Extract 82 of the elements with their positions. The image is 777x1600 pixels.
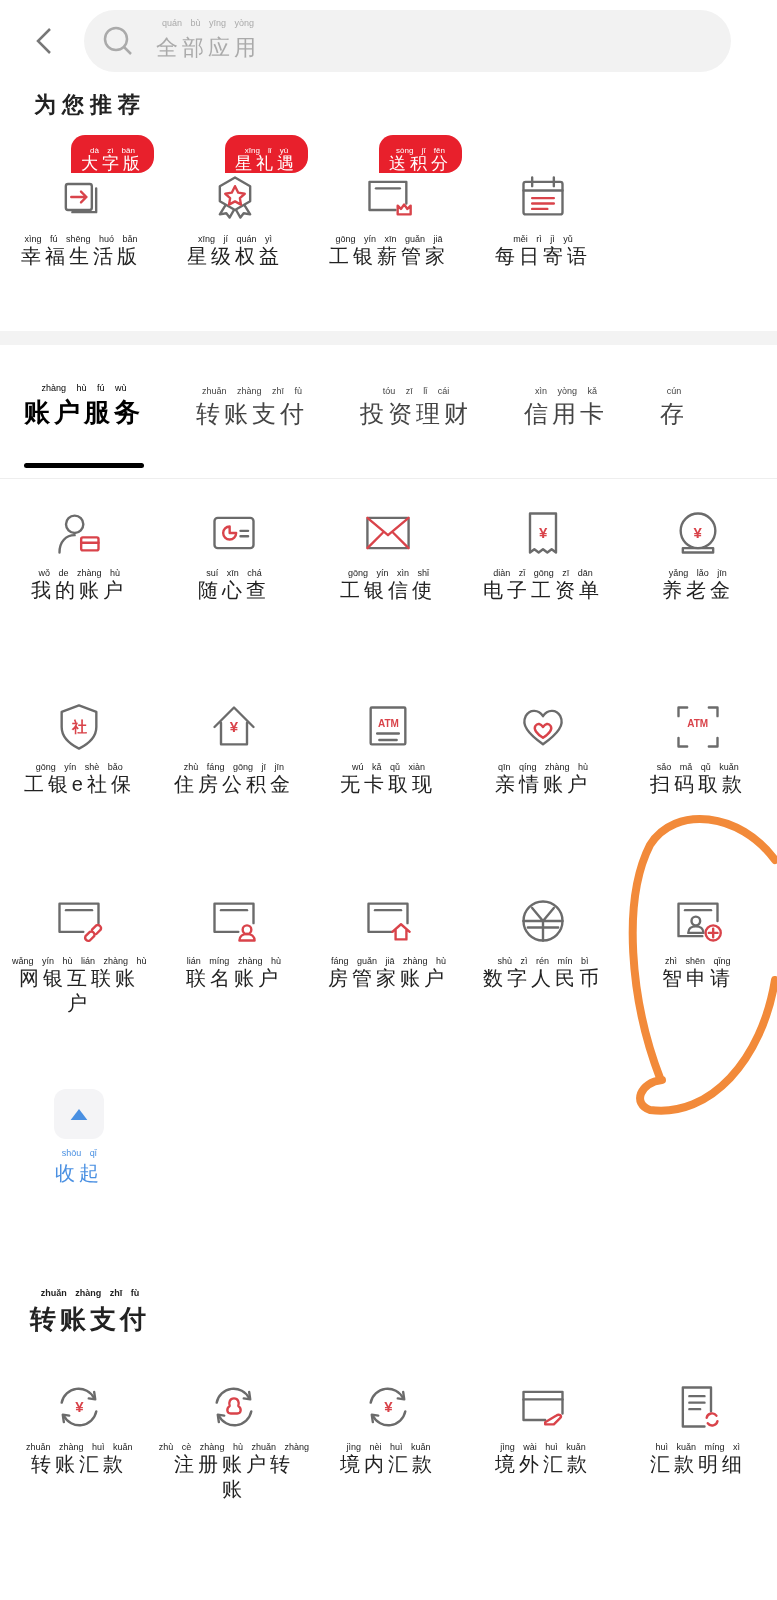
pinyin-annotation: yǎng lǎo jīn [668,569,727,578]
search-placeholder: 全部应用 [156,33,260,62]
service-item[interactable]: 住房公积金 [165,772,302,797]
pinyin-annotation: wǒ de zhàng hù [38,569,121,578]
pinyin-annotation: zhù fáng gōng jī jīn [183,763,284,772]
recommend-item[interactable]: 工银薪管家 [329,244,449,269]
pinyin-annotation: xìng fú shēng huó bǎn [24,235,138,244]
pinyin-annotation: zhuǎn zhàng huì kuǎn [26,1443,133,1452]
icon-glyph: ¥ [229,718,239,734]
category-tab[interactable]: 存 [660,396,688,468]
pinyin-annotation: zhù cè zhàng hù zhuǎn zhàng [158,1443,309,1452]
promo-label: 大字版 [81,155,144,172]
pinyin-annotation: suí xīn chá [206,569,262,578]
recommend-item[interactable]: 每日寄语 [495,244,591,269]
category-tab[interactable]: 投资理财 [360,396,472,468]
service-item[interactable]: 我的账户 [11,578,148,603]
category-tab[interactable]: 信用卡 [524,396,608,468]
pinyin-annotation: zhàng hù fú wù [41,384,127,393]
icon-glyph: ¥ [75,1398,84,1414]
pinyin-annotation: xīng jí quán yì [197,235,272,244]
service-item[interactable]: 智申请 [629,966,766,991]
icon-glyph: ¥ [384,1398,393,1414]
pinyin-annotation: gōng yín shè bǎo [35,763,123,772]
recommend-item[interactable]: 星级权益 [187,244,283,269]
pinyin-annotation: gōng yín xìn shǐ [347,569,429,578]
section-title: 为您推荐 [34,92,146,117]
service-item[interactable]: 电子工资单 [475,578,612,603]
pinyin-annotation: huì kuǎn míng xì [655,1443,740,1452]
service-item[interactable]: 扫码取款 [629,772,766,797]
service-item[interactable]: 转账汇款 [11,1452,148,1477]
service-item[interactable]: 注册账户转账 [165,1452,302,1502]
collapse-button[interactable] [54,1089,105,1139]
pinyin-annotation: shù zì rén mín bì [497,957,589,966]
pinyin-annotation: jìng wài huì kuǎn [500,1443,586,1452]
pinyin-annotation: xīng lǐ yù [244,147,289,155]
service-item[interactable]: 汇款明细 [629,1452,766,1477]
pinyin-annotation: shōu qǐ [61,1149,97,1158]
recommend-item[interactable]: 幸福生活版 [21,244,141,269]
service-item[interactable]: 联名账户 [165,966,302,991]
pinyin-annotation: zhuǎn zhàng zhī fù [201,387,303,396]
service-item[interactable]: 随心查 [165,578,302,603]
category-tab[interactable]: 转账支付 [196,396,308,468]
promo-label: 送积分 [389,155,452,172]
service-item[interactable]: 养老金 [629,578,766,603]
service-item[interactable]: 网银互联账户 [11,966,148,1016]
pinyin-annotation: dà zì bǎn [90,147,135,155]
icon-glyph: ATM [378,719,399,729]
service-item[interactable]: 工银e社保 [11,772,148,797]
pinyin-annotation: gōng yín xīn guǎn jiā [335,235,443,244]
section-title: 转账支付 [30,1303,150,1336]
service-item[interactable]: 无卡取现 [320,772,457,797]
service-item[interactable]: 亲情账户 [475,772,612,797]
icon-glyph: ¥ [538,524,548,540]
service-item[interactable]: 工银信使 [320,578,457,603]
search-icon [102,25,134,57]
icon-glyph: 社 [71,718,87,734]
category-tab[interactable]: 账户服务 [24,393,144,468]
pinyin-annotation: lián míng zhàng hù [186,957,281,966]
pinyin-annotation: měi rì jì yǔ [513,235,573,244]
icon-glyph: ¥ [693,524,702,540]
service-item[interactable]: 境外汇款 [475,1452,612,1477]
pinyin-annotation: wǎng yín hù lián zhàng hù [12,957,147,966]
pinyin-annotation: quán bù yīng yòng [161,18,255,28]
promo-label: 星礼遇 [235,155,298,172]
pinyin-annotation: cún [666,387,682,396]
pinyin-annotation: diàn zǐ gōng zī dān [493,569,593,578]
service-item[interactable]: 房管家账户 [320,966,457,991]
up-triangle-icon [69,1107,90,1121]
pinyin-annotation: jìng nèi huì kuǎn [346,1443,431,1452]
pinyin-annotation: zhì shēn qǐng [664,957,731,966]
service-item[interactable]: 境内汇款 [320,1452,457,1477]
pinyin-annotation: xìn yòng kǎ [535,387,597,396]
pinyin-annotation: sòng jī fēn [396,147,445,155]
pinyin-annotation: sǎo mǎ qǔ kuǎn [656,763,739,772]
pinyin-annotation: tóu zī lǐ cái [382,387,450,396]
pinyin-annotation: qīn qíng zhàng hù [498,763,589,772]
pinyin-annotation: fáng guǎn jiā zhàng hù [330,957,446,966]
service-item[interactable]: 数字人民币 [475,966,612,991]
pinyin-annotation: zhuǎn zhàng zhī fù [40,1289,140,1298]
pinyin-annotation: wú kǎ qǔ xiàn [351,763,425,772]
back-icon[interactable] [36,26,52,56]
icon-glyph: ATM [687,719,709,729]
